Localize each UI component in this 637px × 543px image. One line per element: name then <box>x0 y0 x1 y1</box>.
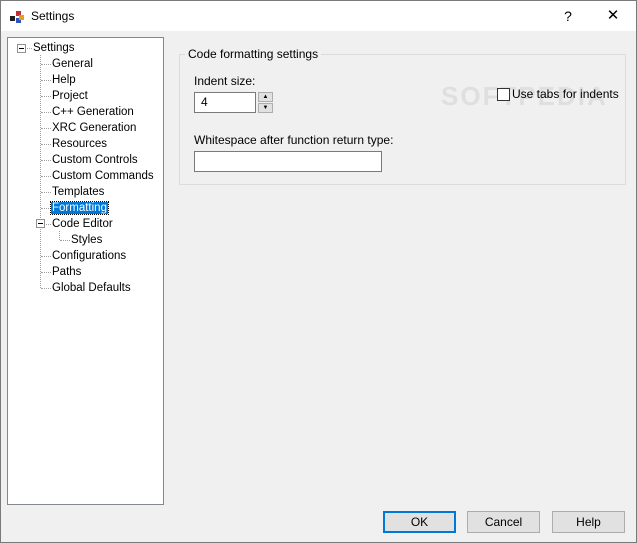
group-title: Code formatting settings <box>185 47 322 61</box>
spin-down-icon[interactable]: ▼ <box>258 103 273 113</box>
title-help-button[interactable]: ? <box>552 5 584 27</box>
tree-item-xrc-generation[interactable]: XRC Generation <box>51 120 137 136</box>
cancel-button[interactable]: Cancel <box>467 511 540 533</box>
whitespace-input[interactable] <box>194 151 382 172</box>
whitespace-label: Whitespace after function return type: <box>194 133 394 147</box>
tree-item-code-editor[interactable]: Code Editor <box>51 216 114 232</box>
title-bar: Settings ? ✕ <box>1 1 636 31</box>
tree-item-project[interactable]: Project <box>51 88 89 104</box>
tree-item-paths[interactable]: Paths <box>51 264 82 280</box>
use-tabs-checkbox[interactable] <box>497 88 510 101</box>
help-button[interactable]: Help <box>552 511 625 533</box>
tree-item-configurations[interactable]: Configurations <box>51 248 127 264</box>
settings-tree[interactable]: Settings General Help Project C++ Genera… <box>7 37 164 505</box>
indent-size-label: Indent size: <box>194 74 256 88</box>
tree-item-custom-commands[interactable]: Custom Commands <box>51 168 155 184</box>
tree-item-formatting[interactable]: Formatting <box>50 200 109 216</box>
tree-item-help[interactable]: Help <box>51 72 77 88</box>
close-button[interactable]: ✕ <box>597 5 629 27</box>
ok-button[interactable]: OK <box>383 511 456 533</box>
collapse-icon[interactable] <box>17 44 26 53</box>
window-title: Settings <box>31 9 75 23</box>
tree-item-resources[interactable]: Resources <box>51 136 108 152</box>
app-icon <box>10 11 24 23</box>
tree-item-cpp-generation[interactable]: C++ Generation <box>51 104 135 120</box>
settings-dialog: Settings ? ✕ Settings General Help Proje… <box>0 0 637 543</box>
collapse-icon[interactable] <box>36 219 45 228</box>
indent-size-input[interactable]: 4 <box>194 92 256 113</box>
indent-size-spinner[interactable]: ▲ ▼ <box>258 92 273 113</box>
tree-item-general[interactable]: General <box>51 56 94 72</box>
tree-item-templates[interactable]: Templates <box>51 184 105 200</box>
tree-item-root[interactable]: Settings <box>32 40 76 56</box>
tree-item-custom-controls[interactable]: Custom Controls <box>51 152 139 168</box>
spin-up-icon[interactable]: ▲ <box>258 92 273 102</box>
tree-item-styles[interactable]: Styles <box>70 232 103 248</box>
tree-item-global-defaults[interactable]: Global Defaults <box>51 280 132 296</box>
use-tabs-label[interactable]: Use tabs for indents <box>512 87 619 101</box>
